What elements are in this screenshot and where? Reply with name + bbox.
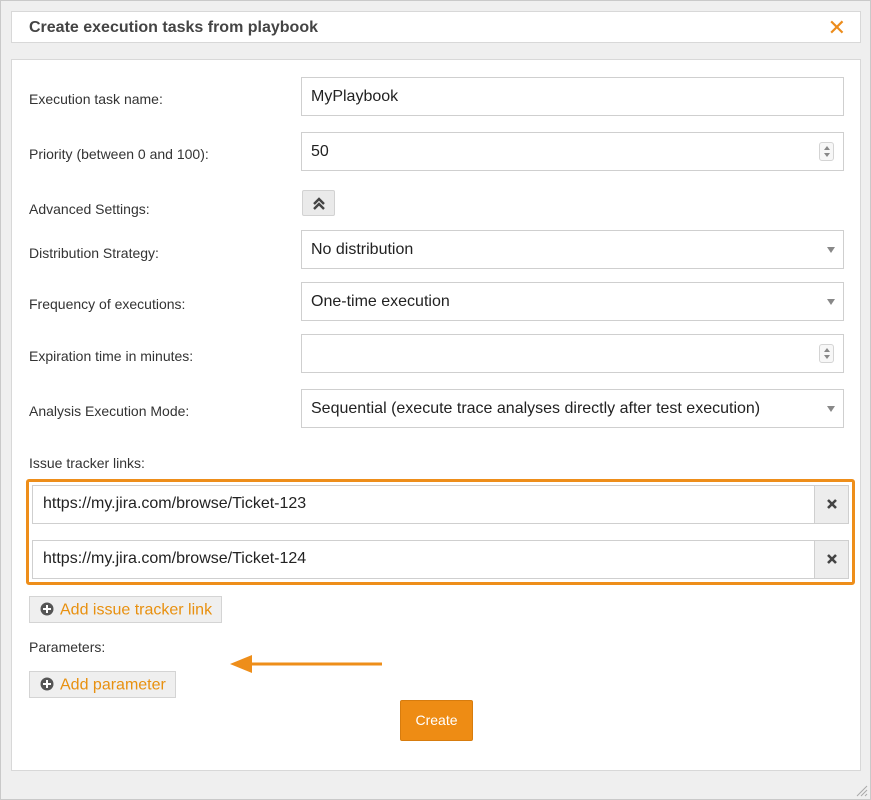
arrow-icon xyxy=(230,655,382,673)
add-parameter-button[interactable]: Add parameter xyxy=(29,671,176,698)
analysis-mode-value: Sequential (execute trace analyses direc… xyxy=(311,400,761,417)
issue-link-url: https://my.jira.com/browse/Ticket-124 xyxy=(43,550,307,567)
create-button[interactable]: Create xyxy=(400,700,473,741)
frequency-value: One-time execution xyxy=(311,293,450,310)
expiration-input[interactable] xyxy=(301,334,844,373)
advanced-settings-toggle[interactable] xyxy=(302,190,335,216)
close-icon[interactable]: ✕ xyxy=(828,15,846,41)
priority-input[interactable]: 50 xyxy=(301,132,844,171)
dialog-titlebar: Create execution tasks from playbook ✕ xyxy=(11,11,861,43)
remove-link-button[interactable] xyxy=(814,486,848,523)
close-icon xyxy=(827,554,837,564)
dialog-title: Create execution tasks from playbook xyxy=(29,19,318,36)
plus-circle-icon xyxy=(40,602,54,616)
parameters-label: Parameters: xyxy=(29,639,106,655)
chevron-down-icon xyxy=(827,247,835,253)
issue-links-label: Issue tracker links: xyxy=(29,455,145,471)
plus-circle-icon xyxy=(40,677,54,691)
add-parameter-label: Add parameter xyxy=(60,676,166,694)
expiration-label: Expiration time in minutes: xyxy=(29,348,194,364)
priority-label: Priority (between 0 and 100): xyxy=(29,146,209,162)
add-issue-link-button[interactable]: Add issue tracker link xyxy=(29,596,223,623)
issue-links-highlight: https://my.jira.com/browse/Ticket-123 ht… xyxy=(26,479,855,585)
advanced-settings-label: Advanced Settings: xyxy=(29,201,150,217)
add-issue-link-label: Add issue tracker link xyxy=(60,601,213,619)
frequency-select[interactable]: One-time execution xyxy=(301,282,844,321)
issue-link-row[interactable]: https://my.jira.com/browse/Ticket-123 xyxy=(32,485,849,524)
distribution-select[interactable]: No distribution xyxy=(301,230,844,269)
distribution-label: Distribution Strategy: xyxy=(29,245,159,261)
chevron-down-icon xyxy=(827,299,835,305)
task-name-input[interactable]: MyPlaybook xyxy=(301,77,844,116)
issue-link-row[interactable]: https://my.jira.com/browse/Ticket-124 xyxy=(32,540,849,579)
task-name-label: Execution task name: xyxy=(29,91,163,107)
spinner-icon[interactable] xyxy=(819,344,834,363)
resize-grip-icon[interactable] xyxy=(856,785,868,797)
create-execution-dialog: Create execution tasks from playbook ✕ E… xyxy=(0,0,871,800)
double-chevron-up-icon xyxy=(313,197,325,210)
analysis-mode-label: Analysis Execution Mode: xyxy=(29,403,190,419)
chevron-down-icon xyxy=(827,406,835,412)
close-icon xyxy=(827,499,837,509)
remove-link-button[interactable] xyxy=(814,541,848,578)
spinner-icon[interactable] xyxy=(819,142,834,161)
issue-link-url: https://my.jira.com/browse/Ticket-123 xyxy=(43,495,307,512)
frequency-label: Frequency of executions: xyxy=(29,296,186,312)
analysis-mode-select[interactable]: Sequential (execute trace analyses direc… xyxy=(301,389,844,428)
priority-value: 50 xyxy=(311,143,329,160)
distribution-value: No distribution xyxy=(311,241,414,258)
dialog-content: Execution task name: MyPlaybook Priority… xyxy=(11,59,861,771)
